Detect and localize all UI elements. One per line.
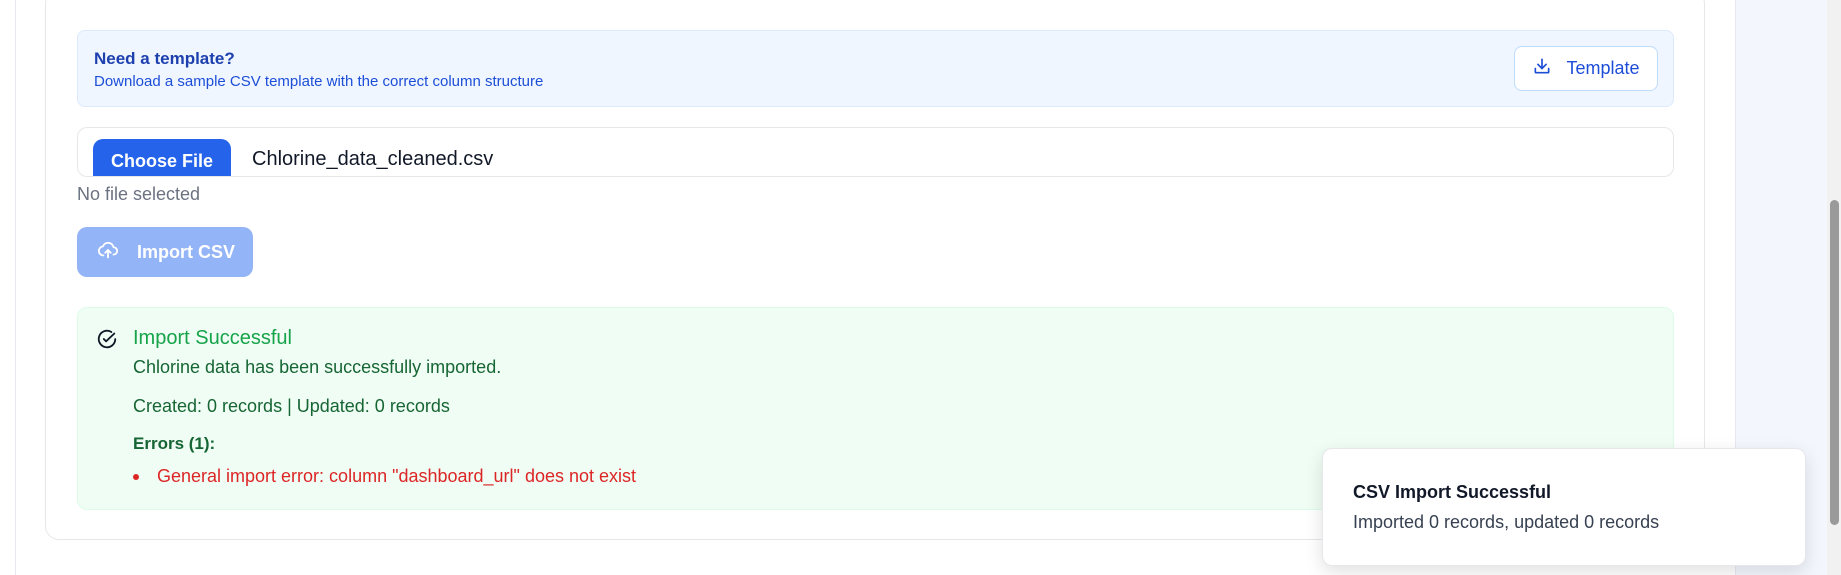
toast-description: Imported 0 records, updated 0 records	[1353, 512, 1660, 532]
scrollbar-thumb[interactable]	[1830, 200, 1839, 525]
error-bullet	[133, 474, 139, 480]
template-description: Download a sample CSV template with the …	[94, 73, 544, 90]
result-title: Import Successful	[133, 327, 292, 349]
result-message: Chlorine data has been successfully impo…	[133, 357, 502, 377]
import-csv-label: Import CSV	[137, 241, 236, 262]
error-text: General import error: column "dashboard_…	[157, 466, 637, 486]
check-circle-icon	[96, 328, 118, 355]
template-info-box: Need a template? Download a sample CSV t…	[77, 30, 1674, 107]
error-item: General import error: column "dashboard_…	[133, 466, 636, 487]
toast-title: CSV Import Successful	[1353, 482, 1552, 502]
file-status-text: No file selected	[77, 184, 201, 204]
page-left-border	[15, 0, 16, 575]
toast-notification[interactable]: CSV Import Successful Imported 0 records…	[1322, 448, 1806, 566]
selected-file-name: Chlorine_data_cleaned.csv	[252, 148, 494, 170]
error-list: General import error: column "dashboard_…	[133, 466, 636, 487]
import-csv-button[interactable]: Import CSV	[77, 227, 253, 277]
download-template-button[interactable]: Template	[1514, 46, 1658, 91]
template-button-label: Template	[1566, 58, 1640, 78]
errors-heading: Errors (1):	[133, 434, 216, 453]
file-input[interactable]: Choose File Chlorine_data_cleaned.csv	[77, 127, 1674, 177]
result-stats: Created: 0 records | Updated: 0 records	[133, 396, 450, 416]
template-title: Need a template?	[94, 49, 235, 68]
download-icon	[1532, 56, 1552, 81]
choose-file-button[interactable]: Choose File	[93, 139, 231, 176]
cloud-upload-icon	[97, 239, 119, 266]
